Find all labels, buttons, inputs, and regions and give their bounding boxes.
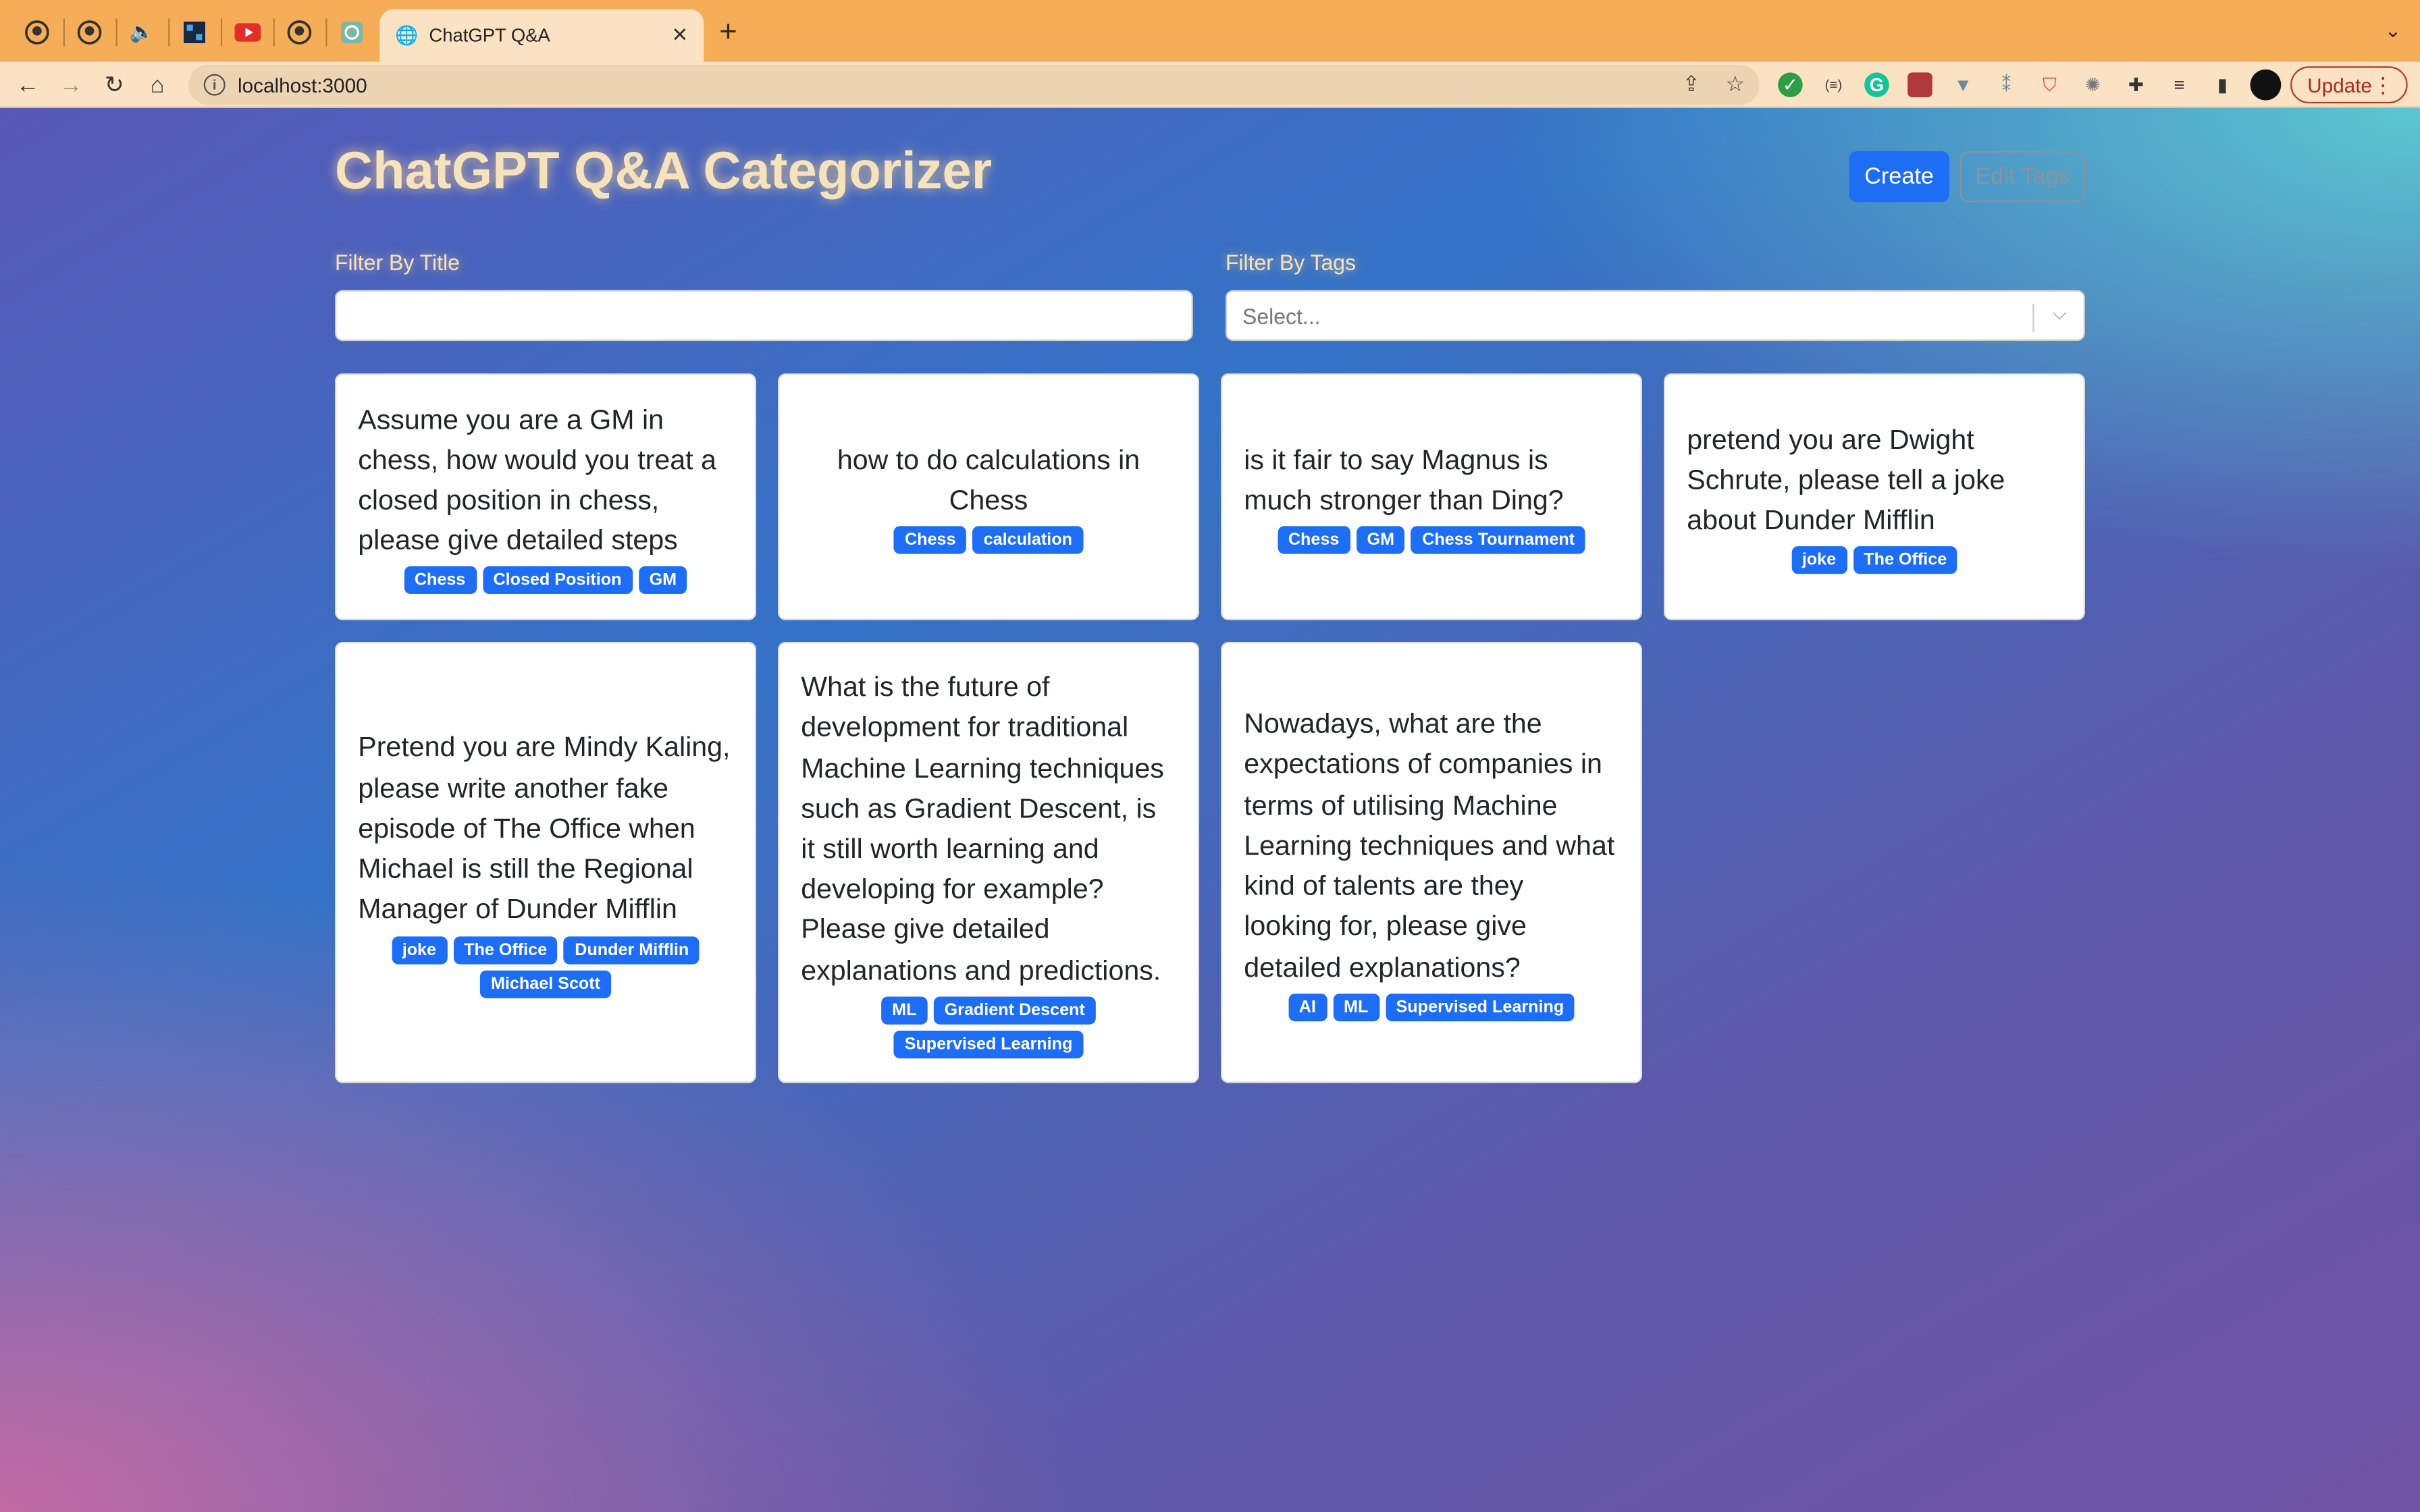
card-question: is it fair to say Magnus is much stronge… (1244, 443, 1564, 516)
reload-icon[interactable]: ↻ (99, 68, 130, 102)
youtube-tab-icon[interactable] (230, 16, 264, 49)
tag-badge: The Office (1853, 546, 1958, 574)
active-tab[interactable]: 🌐 ChatGPT Q&A ✕ (379, 9, 704, 62)
globe-icon: 🌐 (395, 24, 419, 47)
card-tags: ML Gradient Descent Supervised Learning (873, 996, 1105, 1058)
tab-separator (115, 18, 117, 47)
tag-badge: calculation (972, 526, 1083, 555)
extension-icon[interactable] (1908, 72, 1932, 97)
check-extension-icon[interactable]: ✓ (1778, 72, 1803, 97)
bug-icon[interactable]: ✺ (2080, 72, 2105, 97)
close-icon[interactable]: ✕ (671, 23, 688, 48)
tags-filter-select[interactable]: Select... ⌵ (1225, 290, 2085, 342)
card-question: Nowadays, what are the expectations of c… (1244, 708, 1615, 982)
chevron-down-icon[interactable]: ⌄ (2385, 18, 2402, 43)
card-tags: Chess Closed Position GM (403, 566, 688, 595)
browser-toolbar: ← → ↻ ⌂ i localhost:3000 ⇪ ☆ ✓ (≡) G ▼ ⁑… (0, 61, 2420, 108)
update-label: Update (2307, 73, 2372, 97)
tag-badge: Closed Position (482, 566, 633, 595)
page-title: ChatGPT Q&A Categorizer (334, 142, 992, 201)
page: ChatGPT Q&A Categorizer Create Edit Tags… (0, 107, 2420, 1512)
tag-badge: Chess Tournament (1411, 526, 1586, 555)
media-icon[interactable]: ≡ (2167, 72, 2192, 97)
tag-badge: The Office (453, 936, 558, 964)
tag-badge: Michael Scott (479, 969, 612, 998)
new-tab-icon[interactable]: + (719, 16, 737, 49)
tag-badge: Supervised Learning (893, 1030, 1084, 1058)
card-question: pretend you are Dwight Schrute, please t… (1687, 423, 2005, 536)
card-tags: AI ML Supervised Learning (1288, 993, 1575, 1021)
tag-badge: Gradient Descent (933, 996, 1096, 1025)
card-question: What is the future of development for tr… (801, 671, 1164, 986)
tag-badge: GM (638, 566, 688, 595)
qa-card[interactable]: Assume you are a GM in chess, how would … (334, 373, 756, 620)
share-icon[interactable]: ⇪ (1682, 71, 1700, 97)
card-tags: Chess calculation (893, 526, 1083, 555)
sidebar-icon[interactable]: ▮ (2210, 72, 2235, 97)
qa-card[interactable]: how to do calculations in Chess Chess ca… (777, 373, 1199, 620)
card-tags: joke The Office Dunder Mifflin Michael S… (368, 936, 723, 998)
shield-icon[interactable]: ⛉ (2037, 72, 2062, 97)
kebab-menu-icon[interactable]: ⋮ (2372, 72, 2394, 98)
tab-separator (273, 18, 275, 47)
tab-separator (325, 18, 327, 47)
create-button[interactable]: Create (1849, 151, 1949, 202)
url-text: localhost:3000 (237, 73, 367, 97)
qa-card[interactable]: Nowadays, what are the expectations of c… (1220, 641, 1642, 1083)
qa-card[interactable]: is it fair to say Magnus is much stronge… (1220, 373, 1642, 620)
tag-badge: Chess (1277, 526, 1350, 555)
card-tags: joke The Office (1791, 546, 1958, 574)
qa-card[interactable]: Pretend you are Mindy Kaling, please wri… (334, 641, 756, 1083)
tag-badge: Dunder Mifflin (564, 936, 700, 964)
tab-strip: 🔈 🌐 ChatGPT Q&A ✕ + ⌄ (0, 0, 2420, 62)
speaker-icon[interactable]: 🔈 (125, 16, 159, 49)
card-question: Pretend you are Mindy Kaling, please wri… (358, 732, 731, 925)
qa-card[interactable]: pretend you are Dwight Schrute, please t… (1663, 373, 2085, 620)
card-question: how to do calculations in Chess (837, 443, 1140, 516)
openai-tab-icon[interactable] (335, 16, 369, 49)
avatar[interactable] (2250, 69, 2282, 101)
tag-badge: joke (1791, 546, 1847, 574)
info-icon[interactable]: i (203, 74, 226, 96)
star-icon[interactable]: ☆ (1725, 71, 1745, 97)
update-button[interactable]: Update ⋮ (2290, 66, 2408, 104)
filter-title-label: Filter By Title (334, 250, 460, 275)
vue-devtools-icon[interactable]: ▼ (1951, 72, 1976, 97)
tag-badge: ML (1333, 993, 1379, 1021)
app-tab-icon[interactable] (178, 16, 211, 49)
tag-badge: Chess (403, 566, 477, 595)
qa-card[interactable]: What is the future of development for tr… (777, 641, 1199, 1083)
github-tab-icon[interactable] (72, 16, 106, 49)
tab-separator (168, 18, 170, 47)
puzzle-icon[interactable]: ✚ (2124, 72, 2149, 97)
grammarly-icon[interactable]: G (1864, 72, 1889, 97)
edit-tags-button[interactable]: Edit Tags (1959, 151, 2085, 202)
github-tab-icon[interactable] (20, 16, 54, 49)
tag-badge: Supervised Learning (1385, 993, 1575, 1021)
extension-icon[interactable]: ⁑ (1994, 72, 2019, 97)
back-icon[interactable]: ← (12, 68, 43, 102)
select-separator (2032, 304, 2034, 332)
card-tags: Chess GM Chess Tournament (1277, 526, 1586, 555)
card-question: Assume you are a GM in chess, how would … (358, 403, 716, 556)
title-filter-input[interactable] (334, 290, 1193, 342)
home-icon[interactable]: ⌂ (142, 68, 173, 102)
chevron-down-icon[interactable]: ⌵ (2053, 302, 2067, 325)
tag-badge: Chess (893, 526, 967, 555)
address-bar[interactable]: i localhost:3000 ⇪ ☆ (188, 64, 1760, 105)
tab-separator (63, 18, 65, 47)
code-extension-icon[interactable]: (≡) (1821, 72, 1846, 97)
tag-badge: joke (391, 936, 448, 964)
forward-icon[interactable]: → (55, 68, 86, 102)
github-tab-icon[interactable] (282, 16, 316, 49)
filter-tags-label: Filter By Tags (1225, 250, 1357, 275)
tag-badge: AI (1288, 993, 1327, 1021)
tag-badge: GM (1356, 526, 1406, 555)
tag-badge: ML (881, 996, 928, 1025)
tags-placeholder: Select... (1242, 304, 1321, 329)
tab-separator (220, 18, 223, 47)
tab-title: ChatGPT Q&A (429, 24, 550, 47)
